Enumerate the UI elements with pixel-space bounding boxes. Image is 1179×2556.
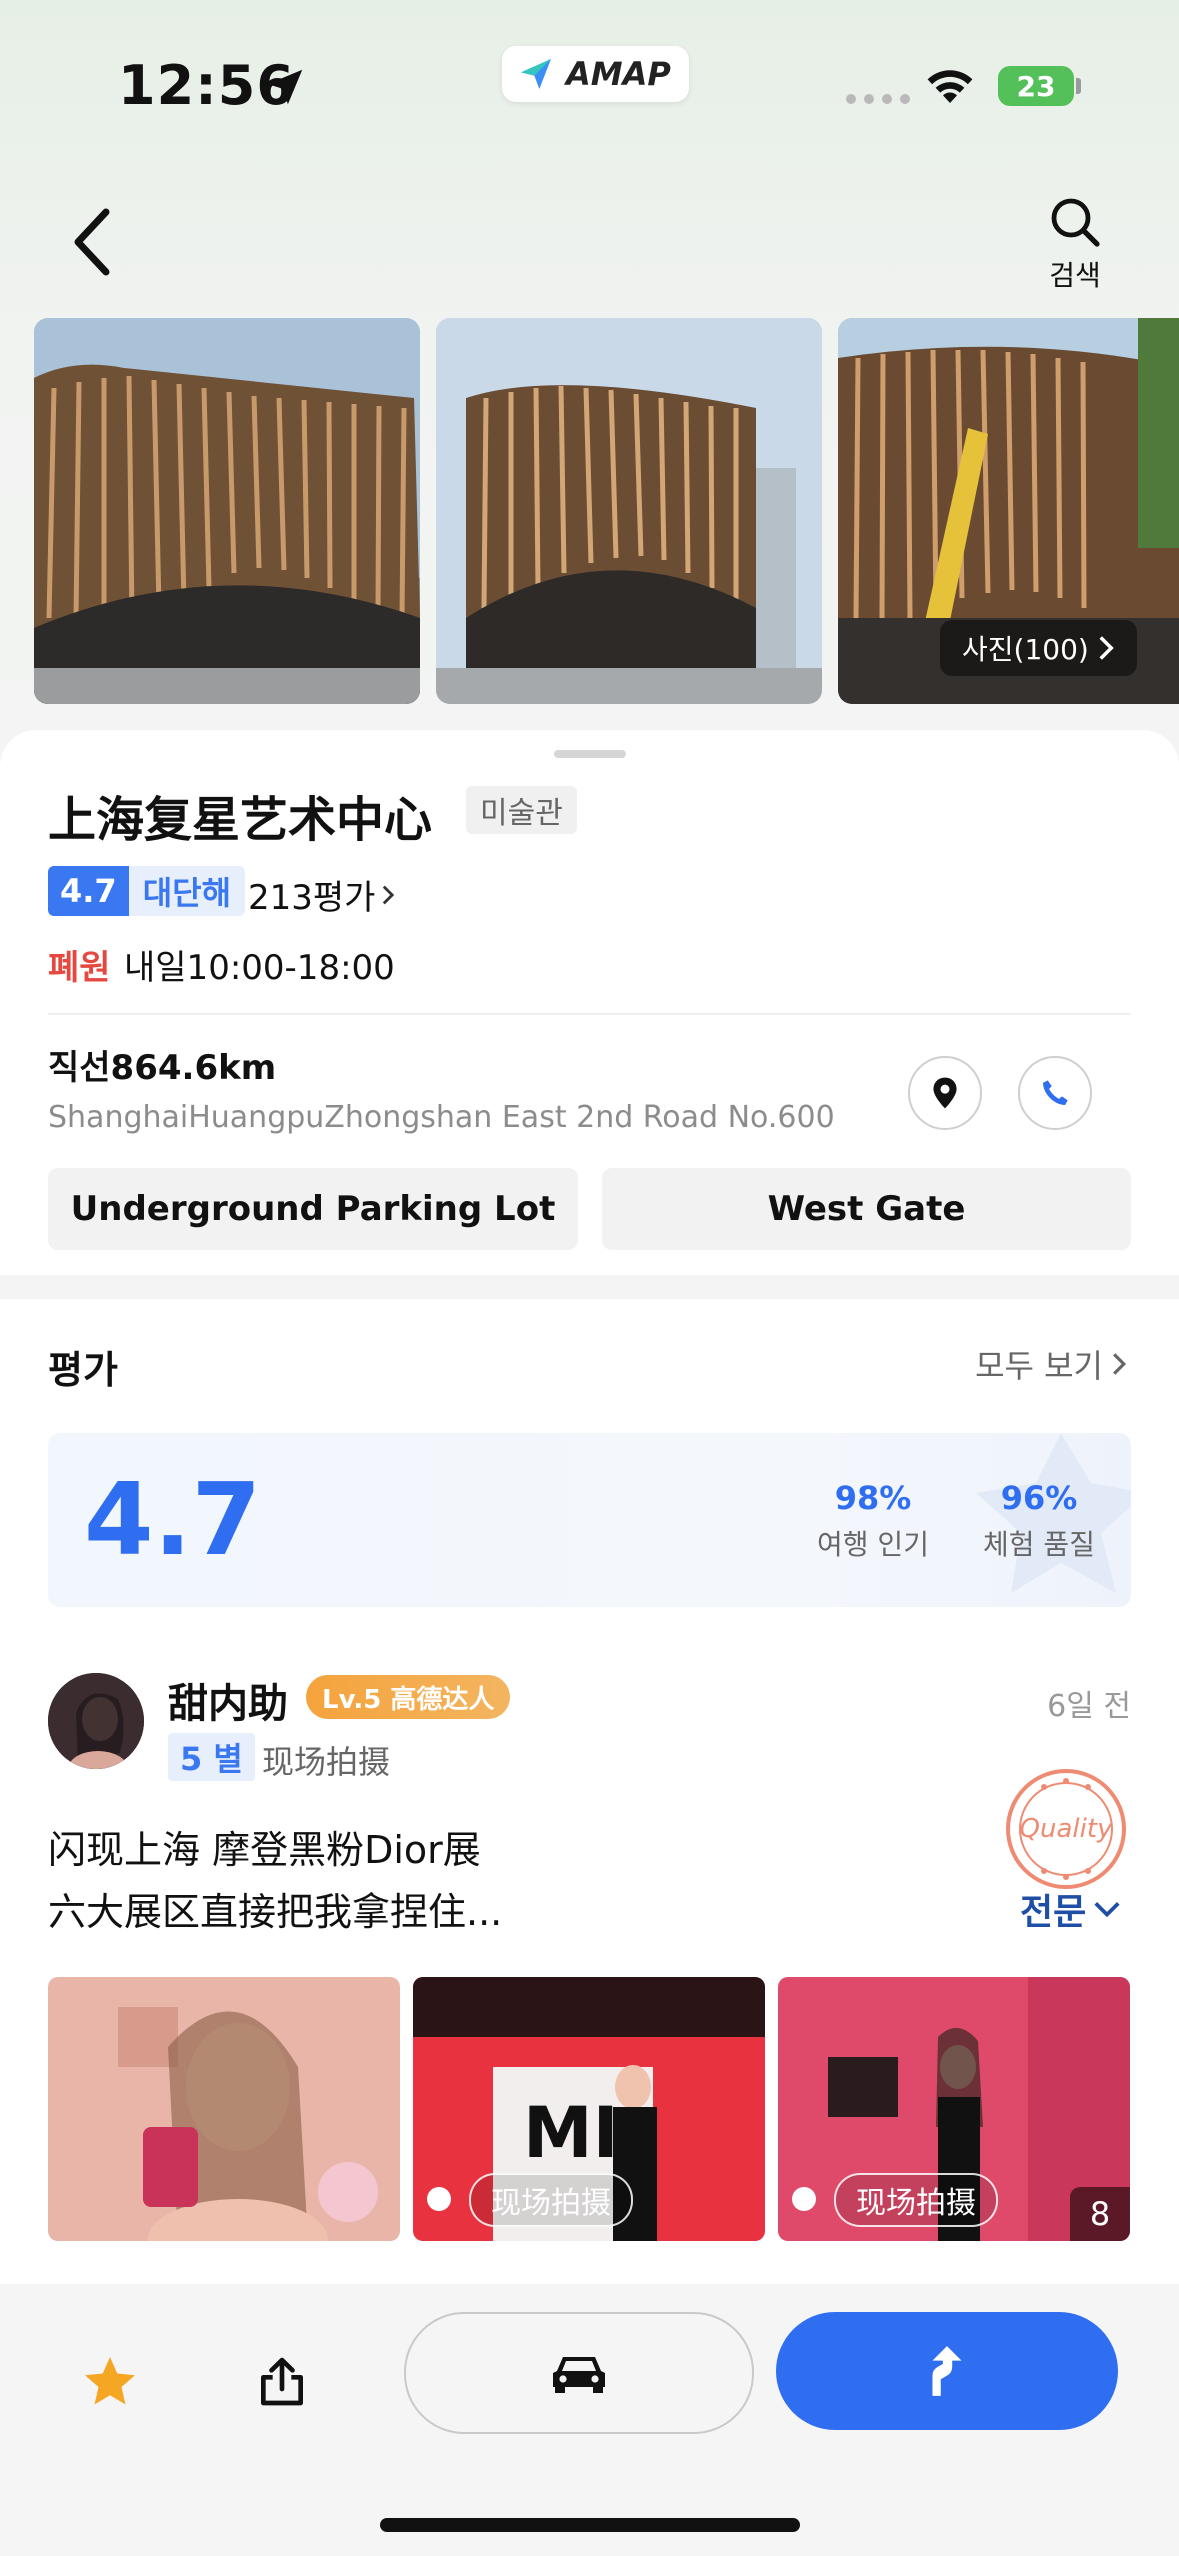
- svg-text:MI: MI: [523, 2092, 619, 2174]
- level-badge: Lv.5 高德达人: [306, 1675, 511, 1719]
- full-text-label: 전문: [1020, 1892, 1087, 1933]
- location-arrow-icon: [267, 69, 303, 105]
- review-photo[interactable]: MI 现场拍摄: [413, 1977, 765, 2241]
- metric-value: 98%: [834, 1479, 912, 1517]
- status-bar: 12:56 AMAP 23: [0, 0, 1179, 170]
- quality-stamp-text: Quality: [1020, 1814, 1114, 1844]
- avatar[interactable]: [48, 1673, 144, 1769]
- reviewer-name[interactable]: 甜内助: [168, 1671, 288, 1729]
- see-all-label: 모두 보기: [975, 1347, 1103, 1385]
- gallery-photo[interactable]: [34, 318, 420, 704]
- opening-hours: 내일10:00-18:00: [124, 948, 395, 988]
- share-icon: [261, 2357, 303, 2406]
- app-return-pill[interactable]: AMAP: [502, 46, 689, 102]
- amap-logo-icon: [521, 59, 551, 89]
- call-button[interactable]: [1018, 1056, 1092, 1130]
- review-count-label: 213평가: [248, 878, 376, 918]
- metric-value: 96%: [1000, 1479, 1078, 1517]
- more-photos-count[interactable]: 8: [1070, 2187, 1130, 2241]
- section-separator: [0, 1275, 1179, 1299]
- home-indicator: [380, 2518, 800, 2532]
- photo-count-button[interactable]: 사진(100): [940, 620, 1137, 676]
- share-button[interactable]: [246, 2346, 318, 2418]
- poi-category-tag: 미술관: [466, 786, 577, 834]
- chevron-right-icon: [1099, 636, 1114, 660]
- review-time: 6일 전: [1047, 1689, 1131, 1724]
- chevron-right-icon: [1113, 1353, 1127, 1375]
- address-label[interactable]: ShanghaiHuangpuZhongshan East 2nd Road N…: [48, 1100, 835, 1135]
- indicator-dot: [427, 2187, 451, 2211]
- review-text-line: 六大展区直接把我拿捏住...: [48, 1890, 503, 1934]
- battery-nub: [1076, 78, 1081, 94]
- star-rating-badge: 5 별: [168, 1733, 255, 1781]
- review-photo[interactable]: 现场拍摄 8: [778, 1977, 1130, 2241]
- drive-route-button[interactable]: [404, 2312, 754, 2434]
- signal-dots-icon: [846, 94, 910, 104]
- onsite-photo-chip: 现场拍摄: [469, 2173, 633, 2227]
- reviews-section: 평가 모두 보기 4.7 98% 여행 인기 96% 체험 품질 甜内助 Lv.…: [0, 1299, 1179, 2289]
- metric-travel-popularity: 98% 여행 인기: [810, 1479, 936, 1563]
- star-icon: [85, 2357, 135, 2405]
- closed-status: 폐원: [48, 948, 111, 988]
- route-turn-icon: [932, 2346, 962, 2396]
- search-button[interactable]: 검색: [1040, 196, 1110, 294]
- onsite-photo-chip: 现场拍摄: [834, 2173, 998, 2227]
- review-count-link[interactable]: 213평가: [248, 870, 395, 919]
- poi-name: 上海复星艺术中心: [48, 792, 433, 848]
- rating-word: 대단해: [128, 866, 246, 916]
- sheet-grabber[interactable]: [554, 750, 626, 758]
- phone-icon: [1043, 1080, 1068, 1105]
- app-pill-label: AMAP: [566, 55, 671, 93]
- poi-info-card: 上海复星艺术中心 미술관 4.7 대단해 213평가 폐원 내일10:00-18…: [0, 730, 1179, 1275]
- gallery-photo[interactable]: [436, 318, 822, 704]
- divider: [48, 1013, 1131, 1015]
- search-label: 검색: [1049, 259, 1101, 292]
- map-pin-icon: [933, 1077, 957, 1109]
- see-all-reviews-link[interactable]: 모두 보기: [975, 1341, 1127, 1387]
- wifi-icon: [927, 70, 973, 103]
- reviews-title: 평가: [48, 1348, 118, 1392]
- bottom-action-bar: [0, 2284, 1179, 2556]
- navigate-button[interactable]: [776, 2312, 1118, 2430]
- gate-button-west[interactable]: West Gate: [602, 1168, 1131, 1250]
- battery-indicator: 23: [998, 66, 1074, 106]
- favorite-button[interactable]: [74, 2346, 146, 2418]
- gate-button-parking[interactable]: Underground Parking Lot: [48, 1168, 578, 1250]
- onsite-photo-tag: 现场拍摄: [262, 1743, 391, 1781]
- chevron-down-icon: [1094, 1902, 1120, 1918]
- score-summary: 4.7 98% 여행 인기 96% 체험 품질: [48, 1433, 1131, 1607]
- battery-level: 23: [1016, 69, 1056, 103]
- photo-count-label: 사진(100): [962, 633, 1089, 666]
- metric-label: 여행 인기: [817, 1528, 929, 1561]
- review-text[interactable]: 闪现上海 摩登黑粉Dior展 六大展区直接把我拿捏住...: [48, 1819, 948, 1943]
- metric-label: 체험 품질: [983, 1528, 1095, 1561]
- search-icon: [1051, 198, 1100, 247]
- rating-score: 4.7: [48, 866, 129, 916]
- photo-gallery[interactable]: 사진(100): [34, 318, 1179, 706]
- indicator-dot: [792, 2187, 816, 2211]
- chevron-right-icon: [383, 885, 395, 904]
- location-button[interactable]: [908, 1056, 982, 1130]
- car-icon: [553, 2357, 605, 2393]
- back-button[interactable]: [66, 206, 122, 278]
- overall-score: 4.7: [84, 1461, 262, 1578]
- distance-label: 직선864.6km: [48, 1048, 277, 1088]
- review-text-line: 闪现上海 摩登黑粉Dior展: [48, 1828, 481, 1872]
- rating-badge: 4.7 대단해: [48, 866, 246, 916]
- quality-stamp-icon: Quality: [1006, 1769, 1126, 1889]
- review-photo[interactable]: [48, 1977, 400, 2241]
- metric-experience-quality: 96% 체험 품질: [976, 1479, 1102, 1563]
- expand-full-text-button[interactable]: 전문: [1020, 1883, 1122, 1935]
